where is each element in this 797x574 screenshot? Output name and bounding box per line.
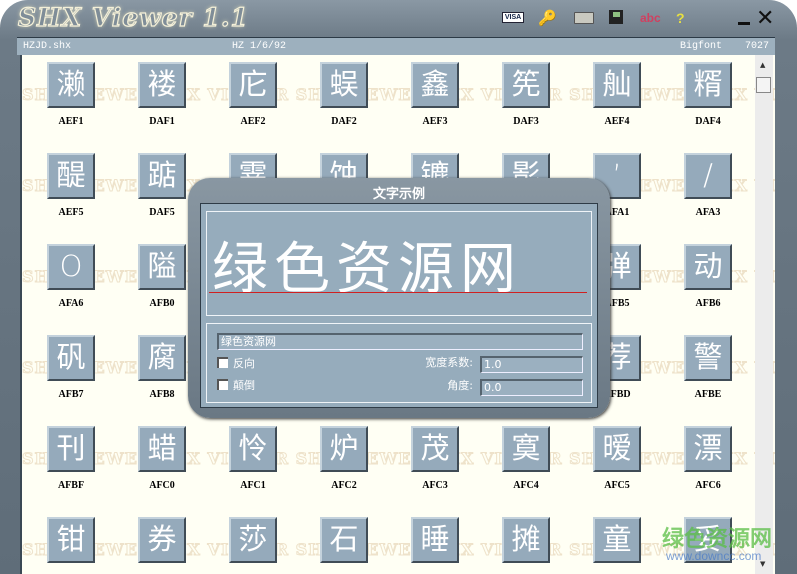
glyph-code: AFBE <box>694 389 722 400</box>
glyph-tile[interactable]: 漂 <box>684 426 732 472</box>
glyph-count: 7027 <box>745 41 770 52</box>
glyph-tile[interactable]: 鑫 <box>411 62 459 108</box>
scroll-up-arrow-icon[interactable]: ▲ <box>760 61 765 69</box>
open-folder-icon[interactable] <box>574 12 594 24</box>
glyph-tile[interactable]: 腐 <box>138 335 186 381</box>
glyph-code: AFC1 <box>240 480 266 491</box>
glyph-tile[interactable]: 刊 <box>47 426 95 472</box>
angle-label: 角度: <box>447 379 473 392</box>
glyph-tile[interactable]: 石 <box>320 517 368 563</box>
glyph-tile[interactable]: 茂 <box>411 426 459 472</box>
sample-text-input[interactable]: 绿色资源网 <box>217 333 583 350</box>
glyph-code: DAF1 <box>149 116 175 127</box>
text-sample-button[interactable]: abc <box>640 10 661 26</box>
glyph-tile[interactable]: 隘 <box>138 244 186 290</box>
glyph-tile[interactable]: 蜈 <box>320 62 368 108</box>
glyph-code: AFC4 <box>513 480 539 491</box>
glyph-code: AFC5 <box>604 480 630 491</box>
glyph-tile[interactable]: 莎 <box>229 517 277 563</box>
glyph-tile[interactable]: O <box>47 244 95 290</box>
baseline <box>209 292 587 293</box>
reverse-label: 反向 <box>233 357 255 370</box>
register-visa-button[interactable]: VISA <box>502 12 524 23</box>
glyph-tile[interactable]: 警 <box>684 335 732 381</box>
glyph-code: AEF5 <box>58 207 84 218</box>
glyph-code: AFBF <box>57 480 85 491</box>
minimize-button[interactable] <box>738 22 750 25</box>
preview-area: 绿色资源网 <box>206 211 592 316</box>
glyph-tile[interactable]: 踮 <box>138 153 186 199</box>
text-sample-dialog: 文字示例 绿色资源网 绿色资源网 反向 颠倒 宽度系数: 1.0 角度: 0.0 <box>188 178 610 418</box>
font-type: Bigfont <box>680 41 723 52</box>
glyph-tile[interactable]: 舢 <box>593 62 641 108</box>
glyph-code: AFC3 <box>422 480 448 491</box>
glyph-tile[interactable]: 炉 <box>320 426 368 472</box>
close-button[interactable]: ✕ <box>756 5 774 31</box>
file-name: HZJD.shx <box>23 41 72 52</box>
glyph-code: AEF4 <box>604 116 630 127</box>
width-factor-input[interactable]: 1.0 <box>480 356 583 373</box>
vertical-scrollbar[interactable]: ▲ ▼ <box>755 55 773 574</box>
glyph-code: AEF1 <box>58 116 84 127</box>
glyph-code: DAF3 <box>513 116 539 127</box>
save-disk-icon[interactable] <box>609 10 623 24</box>
glyph-code: AEF2 <box>240 116 266 127</box>
app-title: SHX Viewer 1.1 <box>17 2 249 32</box>
glyph-tile[interactable]: 钳 <box>47 517 95 563</box>
glyph-code: DAF5 <box>149 207 175 218</box>
options-panel: 绿色资源网 反向 颠倒 宽度系数: 1.0 角度: 0.0 <box>206 323 592 403</box>
glyph-tile[interactable]: 褛 <box>138 62 186 108</box>
glyph-code: AFC2 <box>331 480 357 491</box>
font-id: HZ 1/6/92 <box>232 41 287 52</box>
glyph-code: AFB7 <box>58 389 84 400</box>
glyph-tile[interactable]: 蜡 <box>138 426 186 472</box>
glyph-tile[interactable]: / <box>684 153 732 199</box>
help-icon[interactable]: ? <box>676 10 685 26</box>
glyph-tile[interactable]: 怜 <box>229 426 277 472</box>
reverse-checkbox[interactable] <box>217 357 228 368</box>
glyph-tile[interactable]: 券 <box>138 517 186 563</box>
glyph-tile[interactable]: 睡 <box>411 517 459 563</box>
glyph-code: AFC6 <box>695 480 721 491</box>
glyph-code: AEF3 <box>422 116 448 127</box>
upside-down-checkbox[interactable] <box>217 379 228 390</box>
site-watermark-url: www.downcc.com <box>666 549 762 563</box>
watermark-band: SHX VIEWER SHX VIEWER SHX VIEWER SHX VIE… <box>22 449 775 469</box>
glyph-tile[interactable]: 糈 <box>684 62 732 108</box>
glyph-tile[interactable]: 庀 <box>229 62 277 108</box>
width-factor-label: 宽度系数: <box>425 356 473 369</box>
glyph-tile[interactable]: 暧 <box>593 426 641 472</box>
info-bar: HZJD.shx HZ 1/6/92 Bigfont 7027 <box>17 37 775 55</box>
glyph-tile[interactable]: 摊 <box>502 517 550 563</box>
watermark-band: SHX VIEWER SHX VIEWER SHX VIEWER SHX VIE… <box>22 540 775 560</box>
glyph-tile[interactable]: 筅 <box>502 62 550 108</box>
scroll-thumb[interactable] <box>756 77 771 93</box>
glyph-tile[interactable]: 矾 <box>47 335 95 381</box>
glyph-tile[interactable]: 动 <box>684 244 732 290</box>
glyph-code: DAF4 <box>695 116 721 127</box>
upside-down-label: 颠倒 <box>233 379 255 392</box>
glyph-code: DAF2 <box>331 116 357 127</box>
glyph-code: AFB6 <box>695 298 721 309</box>
glyph-code: AFA3 <box>695 207 721 218</box>
glyph-tile[interactable]: 濑 <box>47 62 95 108</box>
glyph-code: AFB0 <box>149 298 175 309</box>
glyph-tile[interactable]: 醍 <box>47 153 95 199</box>
watermark-band: SHX VIEWER SHX VIEWER SHX VIEWER SHX VIE… <box>22 85 775 105</box>
glyph-tile[interactable]: 童 <box>593 517 641 563</box>
glyph-code: AFB8 <box>149 389 175 400</box>
angle-input[interactable]: 0.0 <box>480 379 583 396</box>
dialog-title: 文字示例 <box>372 187 425 202</box>
dialog-body: 绿色资源网 绿色资源网 反向 颠倒 宽度系数: 1.0 角度: 0.0 <box>200 203 598 408</box>
key-icon[interactable]: 🔑 <box>538 9 557 27</box>
glyph-code: AFC0 <box>149 480 175 491</box>
glyph-code: AFA6 <box>58 298 84 309</box>
glyph-tile[interactable]: 寞 <box>502 426 550 472</box>
app-window: SHX Viewer 1.1 VISA 🔑 abc ? ✕ HZJD.shx H… <box>0 0 797 574</box>
